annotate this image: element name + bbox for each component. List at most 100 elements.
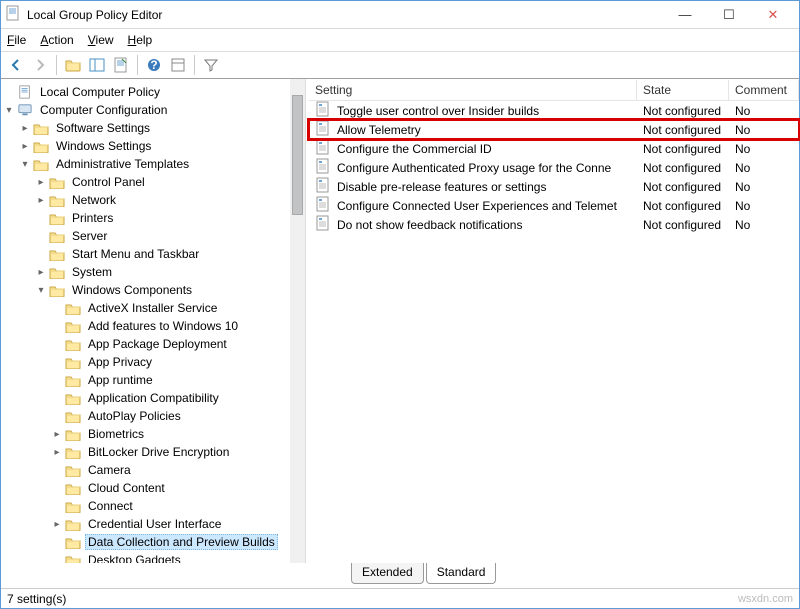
maximize-button[interactable]: ☐ (707, 4, 751, 26)
menubar: File Action View Help (1, 29, 799, 51)
setting-state: Not configured (637, 142, 729, 156)
expand-icon[interactable] (51, 338, 63, 350)
tree-node-af[interactable]: Add features to Windows 10 (3, 317, 303, 335)
tree-node-printers[interactable]: Printers (3, 209, 303, 227)
view-tabs: Extended Standard (351, 563, 498, 584)
expand-icon[interactable] (51, 554, 63, 563)
expand-icon[interactable]: ▸ (51, 446, 63, 458)
minimize-button[interactable]: — (663, 4, 707, 26)
back-button[interactable] (5, 54, 27, 76)
list-row[interactable]: Configure Connected User Experiences and… (309, 196, 799, 215)
expand-icon[interactable] (51, 320, 63, 332)
tree-node-art[interactable]: App runtime (3, 371, 303, 389)
tree-node-apl[interactable]: AutoPlay Policies (3, 407, 303, 425)
list-row[interactable]: Do not show feedback notifications Not c… (309, 215, 799, 234)
policy-icon (315, 139, 331, 158)
col-comment[interactable]: Comment (729, 80, 799, 100)
policy-icon (315, 158, 331, 177)
tree-node-network[interactable]: ▸Network (3, 191, 303, 209)
expand-icon[interactable]: ▸ (35, 176, 47, 188)
menu-action[interactable]: Action (40, 33, 73, 47)
policy-icon (315, 101, 331, 120)
setting-comment: No (729, 180, 799, 194)
expand-icon[interactable]: ▸ (51, 428, 63, 440)
setting-state: Not configured (637, 180, 729, 194)
menu-view[interactable]: View (88, 33, 114, 47)
tree-node-cui[interactable]: ▸Credential User Interface (3, 515, 303, 533)
close-button[interactable]: ✕ (751, 4, 795, 26)
tree-node-cam[interactable]: Camera (3, 461, 303, 479)
expand-icon[interactable] (51, 410, 63, 422)
tree-node-ap[interactable]: App Package Deployment (3, 335, 303, 353)
expand-icon[interactable] (35, 248, 47, 260)
tree-node-apr[interactable]: App Privacy (3, 353, 303, 371)
tree-node-root[interactable]: Local Computer Policy (3, 83, 303, 101)
tree-pane[interactable]: Local Computer Policy ▾Computer Configur… (1, 79, 306, 563)
tree-scrollbar[interactable] (290, 79, 306, 563)
expand-icon[interactable] (51, 536, 63, 548)
tree-node-cc2[interactable]: Cloud Content (3, 479, 303, 497)
expand-icon[interactable] (51, 392, 63, 404)
titlebar: Local Group Policy Editor — ☐ ✕ (1, 1, 799, 29)
expand-icon[interactable]: ▸ (51, 518, 63, 530)
expand-icon[interactable] (51, 374, 63, 386)
expand-icon[interactable]: ▸ (35, 266, 47, 278)
list-row[interactable]: Disable pre-release features or settings… (309, 177, 799, 196)
tree-node-bl[interactable]: ▸BitLocker Drive Encryption (3, 443, 303, 461)
menu-file[interactable]: File (7, 33, 26, 47)
properties-button[interactable] (167, 54, 189, 76)
tree-node-software-settings[interactable]: ▸Software Settings (3, 119, 303, 137)
tree-node-ax[interactable]: ActiveX Installer Service (3, 299, 303, 317)
export-button[interactable] (110, 54, 132, 76)
tree-node-ac[interactable]: Application Compatibility (3, 389, 303, 407)
help-button[interactable]: ? (143, 54, 165, 76)
policy-icon (315, 177, 331, 196)
setting-state: Not configured (637, 104, 729, 118)
expand-icon[interactable]: ▾ (19, 158, 31, 170)
list-row[interactable]: Toggle user control over Insider builds … (309, 101, 799, 120)
col-setting[interactable]: Setting (309, 80, 637, 100)
watermark: wsxdn.com (738, 593, 793, 605)
tree-node-windows-settings[interactable]: ▸Windows Settings (3, 137, 303, 155)
expand-icon[interactable]: ▸ (35, 194, 47, 206)
show-hide-tree-button[interactable] (86, 54, 108, 76)
tab-standard[interactable]: Standard (426, 563, 497, 584)
filter-button[interactable] (200, 54, 222, 76)
expand-icon[interactable] (51, 356, 63, 368)
tree-node-admin-templates[interactable]: ▾Administrative Templates (3, 155, 303, 173)
expand-icon[interactable] (35, 230, 47, 242)
list-header: Setting State Comment (309, 79, 799, 101)
up-button[interactable] (62, 54, 84, 76)
tree-node-computer-config[interactable]: ▾Computer Configuration (3, 101, 303, 119)
app-icon (5, 5, 21, 24)
expand-icon[interactable] (51, 302, 63, 314)
tree-node-dg[interactable]: Desktop Gadgets (3, 551, 303, 563)
menu-help[interactable]: Help (128, 33, 153, 47)
setting-comment: No (729, 104, 799, 118)
tree-node-windows-components[interactable]: ▾Windows Components (3, 281, 303, 299)
tree-node-start-menu[interactable]: Start Menu and Taskbar (3, 245, 303, 263)
tree-node-server[interactable]: Server (3, 227, 303, 245)
expand-icon[interactable]: ▸ (19, 122, 31, 134)
expand-icon[interactable]: ▸ (19, 140, 31, 152)
col-state[interactable]: State (637, 80, 729, 100)
list-row[interactable]: Configure Authenticated Proxy usage for … (309, 158, 799, 177)
forward-button[interactable] (29, 54, 51, 76)
expand-icon[interactable] (35, 212, 47, 224)
expand-icon[interactable]: ▾ (35, 284, 47, 296)
expand-icon[interactable] (3, 86, 15, 98)
tree-node-system[interactable]: ▸System (3, 263, 303, 281)
tree-node-con[interactable]: Connect (3, 497, 303, 515)
policy-icon (315, 120, 331, 139)
list-row[interactable]: Allow Telemetry Not configured No (309, 120, 799, 139)
expand-icon[interactable]: ▾ (3, 104, 15, 116)
tree-node-control-panel[interactable]: ▸Control Panel (3, 173, 303, 191)
tab-extended[interactable]: Extended (351, 563, 424, 584)
expand-icon[interactable] (51, 500, 63, 512)
list-row[interactable]: Configure the Commercial ID Not configur… (309, 139, 799, 158)
expand-icon[interactable] (51, 464, 63, 476)
setting-comment: No (729, 142, 799, 156)
expand-icon[interactable] (51, 482, 63, 494)
tree-node-dc[interactable]: Data Collection and Preview Builds (3, 533, 303, 551)
tree-node-bio[interactable]: ▸Biometrics (3, 425, 303, 443)
